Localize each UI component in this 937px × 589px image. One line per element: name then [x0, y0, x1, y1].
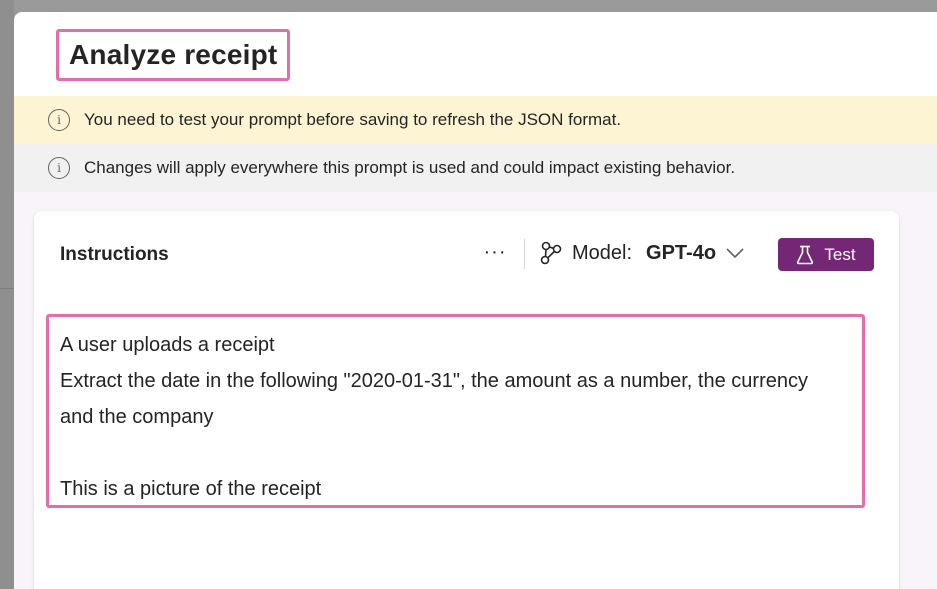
instruction-line: A user uploads a receipt: [60, 334, 275, 356]
instruction-line: [60, 435, 860, 471]
backdrop: [0, 0, 14, 589]
beaker-icon: [797, 245, 814, 264]
more-options-button[interactable]: ···: [480, 237, 510, 267]
model-value: GPT-4o: [646, 241, 717, 264]
title-highlight: Analyze receipt: [56, 29, 291, 81]
model-label: Model:: [572, 241, 633, 264]
instruction-line: and the company: [60, 406, 214, 428]
test-button[interactable]: Test: [778, 238, 874, 271]
toolbar-divider: [524, 239, 525, 269]
instruction-line: Extract the date in the following "2020-…: [60, 370, 808, 392]
model-selector[interactable]: Model: GPT-4o: [538, 237, 744, 269]
backdrop-divider: [0, 288, 14, 289]
chevron-down-icon: [726, 248, 744, 259]
info-banner-text: Changes will apply everywhere this promp…: [84, 158, 736, 177]
info-banner: i Changes will apply everywhere this pro…: [14, 144, 937, 192]
info-icon: i: [48, 109, 70, 131]
test-button-label: Test: [824, 244, 856, 264]
card-title: Instructions: [60, 244, 169, 265]
warning-banner-text: You need to test your prompt before savi…: [84, 110, 622, 129]
instruction-line: This is a picture of the receipt: [60, 478, 322, 500]
info-icon: i: [48, 157, 70, 179]
model-icon: [540, 241, 562, 265]
dialog-title: Analyze receipt: [69, 39, 278, 70]
warning-banner: i You need to test your prompt before sa…: [14, 96, 937, 144]
instructions-editor[interactable]: A user uploads a receipt Extract the dat…: [60, 327, 860, 507]
